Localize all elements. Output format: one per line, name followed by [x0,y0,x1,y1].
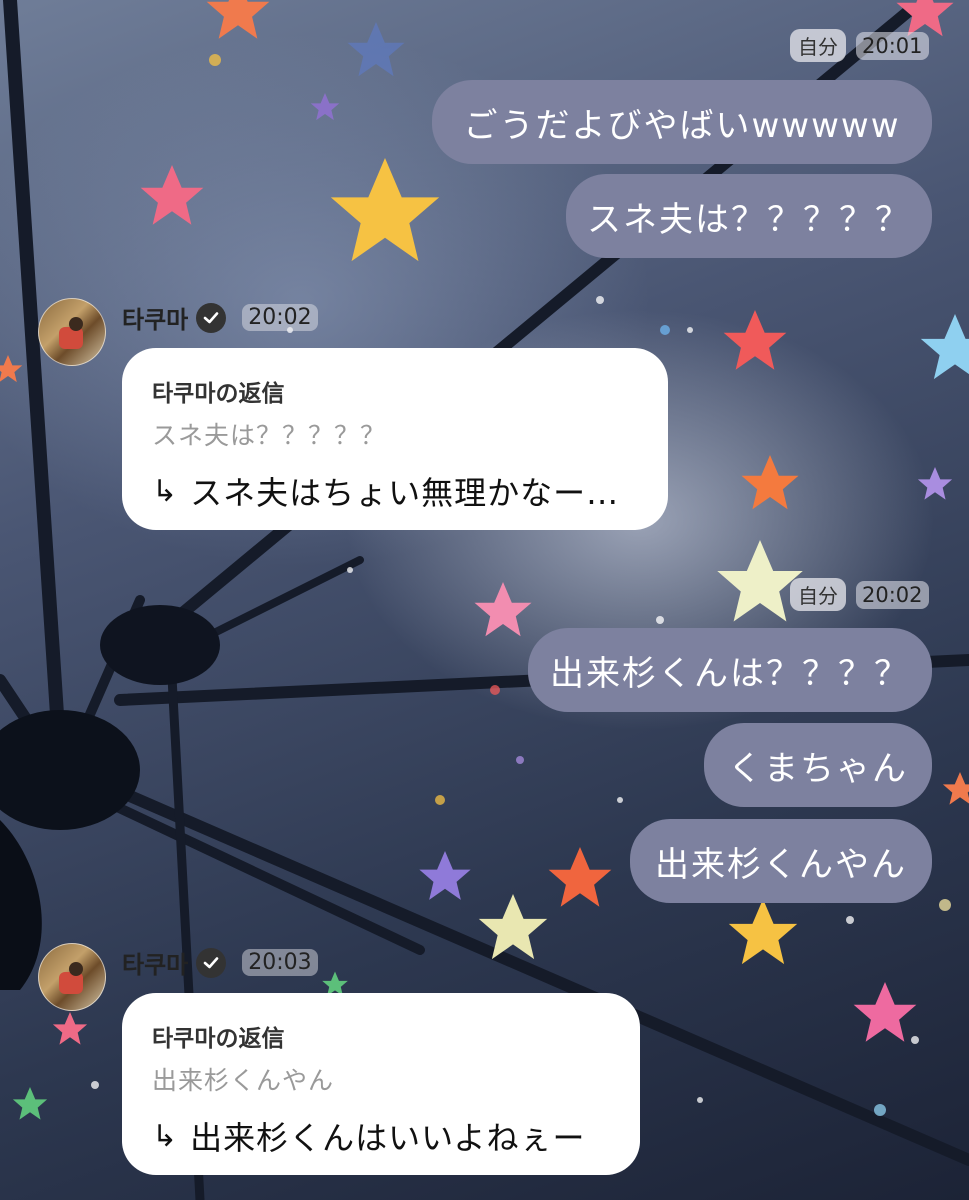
reply-arrow-icon: ↳ [152,473,179,509]
reply-message-card[interactable]: 타쿠마の返信 出来杉くんやん ↳ 出来杉くんはいいよねぇー [122,993,640,1175]
avatar[interactable] [38,298,106,366]
my-message-meta: 自分 20:02 [790,578,929,611]
reply-text: スネ夫はちょい無理かなー… [190,474,620,512]
my-message-bubble[interactable]: くまちゃん [704,723,932,807]
my-message-bubble[interactable]: 出来杉くんは？？？？ [528,628,932,712]
reply-text-row: ↳ 出来杉くんはいいよねぇー [152,1113,610,1159]
self-label: 自分 [790,29,846,62]
message-text: くまちゃん [728,748,908,789]
my-message-bubble[interactable]: ごうだよびやばいwwwww [432,80,932,164]
reply-text: 出来杉くんはいいよねぇー [190,1119,586,1157]
message-time: 20:03 [242,949,318,976]
reply-title: 타쿠마の返信 [152,1026,285,1052]
avatar[interactable] [38,943,106,1011]
message-time: 20:02 [856,580,929,609]
message-time: 20:01 [856,31,929,60]
sender-header: 타쿠마 20:02 [122,300,318,335]
my-message-bubble[interactable]: スネ夫は？？？？？ [566,174,932,258]
sender-name: 타쿠마 [122,306,189,334]
sender-name: 타쿠마 [122,951,189,979]
verified-check-icon [196,947,227,978]
reply-arrow-icon: ↳ [152,1118,179,1154]
message-text: ごうだよびやばいwwwww [463,105,901,146]
reply-message-card[interactable]: 타쿠마の返信 スネ夫は？？？？？ ↳ スネ夫はちょい無理かなー… [122,348,668,530]
message-text: 出来杉くんやん [655,844,907,885]
reply-text-row: ↳ スネ夫はちょい無理かなー… [152,468,638,514]
message-text: スネ夫は？？？？？ [587,199,911,240]
self-label: 自分 [790,578,846,611]
quoted-message: 出来杉くんやん [152,1066,335,1095]
reply-title: 타쿠마の返信 [152,381,285,407]
message-time: 20:02 [242,304,318,331]
sender-header: 타쿠마 20:03 [122,945,318,980]
quoted-message: スネ夫は？？？？？ [152,421,387,450]
message-text: 出来杉くんは？？？？ [550,653,910,694]
my-message-meta: 自分 20:01 [790,29,929,62]
my-message-bubble[interactable]: 出来杉くんやん [630,819,932,903]
verified-check-icon [196,302,227,333]
